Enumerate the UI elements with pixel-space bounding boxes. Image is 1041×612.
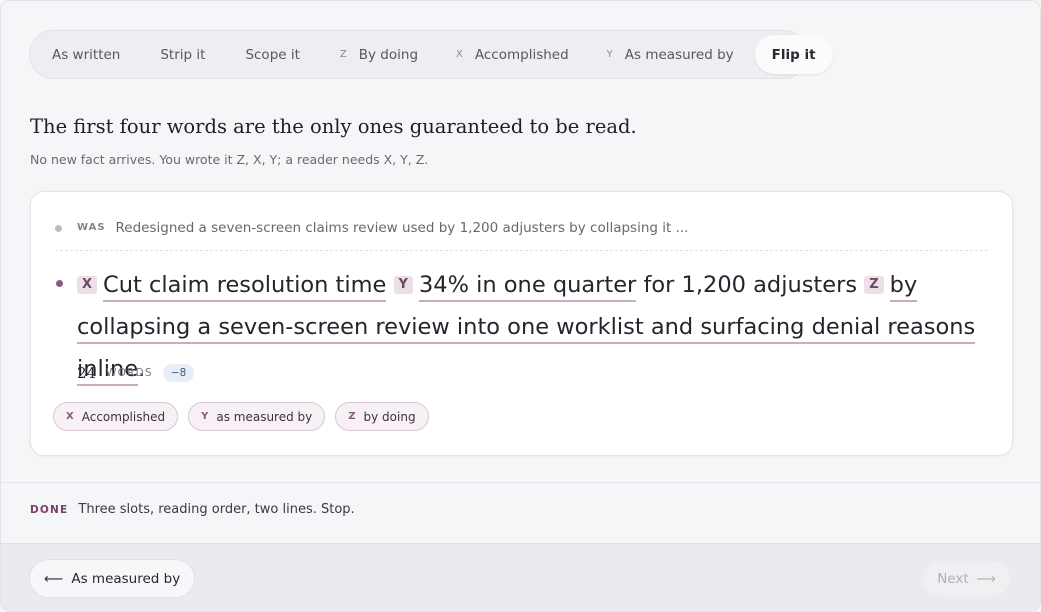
- back-button-label: As measured by: [71, 570, 181, 587]
- tab-label: Scope it: [245, 46, 300, 63]
- chip-label: as measured by: [216, 409, 313, 424]
- chip-letter: Z: [348, 411, 356, 422]
- was-label: WAS: [77, 222, 106, 233]
- chip-letter: X: [66, 411, 74, 422]
- tab-label: By doing: [358, 46, 419, 63]
- tab-as-measured-by[interactable]: Y As measured by: [587, 35, 752, 74]
- sentence-middle: for 1,200 adjusters: [636, 272, 865, 298]
- tab-scope-it[interactable]: Scope it: [223, 35, 317, 74]
- arrow-left-icon: ⟵: [44, 570, 64, 587]
- slot-chips: X Accomplished Y as measured by Z by doi…: [53, 402, 429, 431]
- arrow-right-icon: ⟶: [976, 570, 996, 587]
- chip-as-measured-by[interactable]: Y as measured by: [188, 402, 326, 431]
- done-label: DONE: [30, 503, 69, 516]
- words-label: WORDS: [106, 367, 153, 379]
- tab-label: Strip it: [160, 46, 206, 63]
- was-text: Redesigned a seven-screen claims review …: [115, 220, 689, 236]
- slot-tag-z: Z: [864, 276, 884, 294]
- tab-flip-it[interactable]: Flip it: [754, 35, 833, 74]
- chip-accomplished[interactable]: X Accomplished: [53, 402, 179, 431]
- tab-letter: X: [456, 49, 463, 60]
- tab-label: Flip it: [771, 46, 816, 63]
- tab-letter: Z: [339, 49, 347, 60]
- next-button-label: Next: [937, 570, 969, 587]
- next-button[interactable]: Next ⟶: [923, 561, 1010, 596]
- slot-x-text: Cut claim resolution time: [103, 272, 387, 302]
- footer-nav: ⟵ As measured by Next ⟶: [1, 543, 1040, 611]
- tab-bar: As written Strip it Scope it Z By doing …: [29, 30, 833, 79]
- done-text: Three slots, reading order, two lines. S…: [78, 502, 355, 517]
- tab-label: As written: [52, 46, 121, 63]
- was-row: WAS Redesigned a seven-screen claims rev…: [55, 218, 988, 251]
- tab-label: Accomplished: [474, 46, 569, 63]
- tab-accomplished[interactable]: X Accomplished: [436, 35, 587, 74]
- app-frame: As written Strip it Scope it Z By doing …: [0, 0, 1041, 612]
- divider: [1, 482, 1040, 483]
- tab-as-written[interactable]: As written: [34, 35, 138, 74]
- tab-label: As measured by: [624, 46, 734, 63]
- word-count-row: 24 WORDS −8: [77, 364, 195, 382]
- slot-y-text: 34% in one quarter: [418, 272, 637, 302]
- word-delta-badge: −8: [162, 364, 195, 382]
- slot-tag-x: X: [77, 276, 98, 294]
- back-button[interactable]: ⟵ As measured by: [29, 559, 196, 598]
- was-bullet-icon: [55, 225, 62, 232]
- tab-letter: Y: [606, 49, 613, 60]
- sentence-bullet-icon: [56, 280, 63, 287]
- page-title: The first four words are the only ones g…: [30, 115, 637, 138]
- chip-by-doing[interactable]: Z by doing: [335, 402, 429, 431]
- done-row: DONE Three slots, reading order, two lin…: [30, 502, 355, 517]
- chip-letter: Y: [201, 411, 209, 422]
- chip-label: Accomplished: [81, 409, 166, 424]
- tab-strip-it[interactable]: Strip it: [138, 35, 223, 74]
- page-subtitle: No new fact arrives. You wrote it Z, X, …: [30, 152, 429, 167]
- rewritten-sentence: X Cut claim resolution time Y 34% in one q…: [77, 264, 997, 390]
- word-count: 24: [77, 364, 97, 382]
- chip-label: by doing: [363, 409, 416, 424]
- rewrite-card: WAS Redesigned a seven-screen claims rev…: [30, 191, 1013, 456]
- tab-by-doing[interactable]: Z By doing: [318, 35, 436, 74]
- slot-tag-y: Y: [393, 276, 413, 294]
